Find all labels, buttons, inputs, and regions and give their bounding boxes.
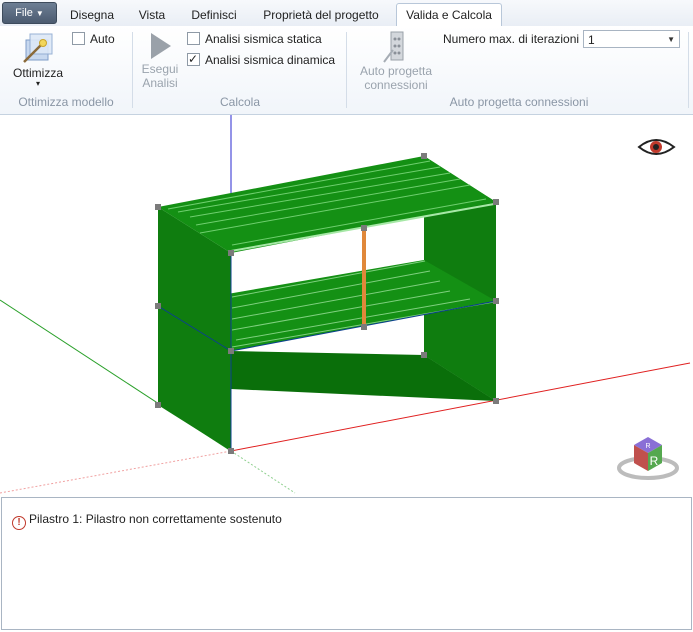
node[interactable] [155, 402, 161, 408]
ottimizza-label: Ottimizza [12, 66, 63, 80]
chevron-down-icon: ▼ [667, 35, 675, 44]
group-separator [132, 32, 133, 108]
connection-plate-icon [383, 31, 404, 63]
view-cube-icon[interactable]: R R [617, 437, 679, 480]
visibility-eye-icon[interactable] [637, 139, 676, 155]
tab-label: Disegna [69, 8, 115, 22]
group-label-ottimizza: Ottimizza modello [18, 95, 114, 109]
model-canvas[interactable]: R R [0, 115, 693, 496]
group-separator [688, 32, 689, 108]
node[interactable] [155, 303, 161, 309]
axis-x-dashed [0, 450, 232, 494]
group-separator [346, 32, 347, 108]
checkbox-box [187, 32, 200, 45]
node[interactable] [493, 298, 499, 304]
tab-label: Vista [138, 8, 166, 22]
node[interactable] [421, 352, 427, 358]
analisi-label: Analisi [142, 76, 178, 90]
tab-vista[interactable]: Vista [128, 4, 176, 26]
tab-valida-calcola[interactable]: Valida e Calcola [396, 3, 502, 28]
group-label-connessioni: Auto progetta connessioni [449, 95, 589, 109]
play-icon [151, 33, 171, 59]
checkbox-box-checked [187, 51, 200, 67]
chevron-down-icon: ▼ [35, 9, 44, 18]
error-icon: ! [12, 516, 26, 530]
tab-definisci[interactable]: Definisci [183, 4, 245, 26]
analisi-dinamica-label: Analisi sismica dinamica [205, 53, 336, 67]
node[interactable] [228, 448, 234, 454]
tab-proprieta-progetto[interactable]: Proprietà del progetto [254, 4, 388, 26]
analisi-statica-checkbox[interactable]: Analisi sismica statica [187, 31, 322, 47]
view-cube-top-label: R [645, 443, 650, 450]
max-iterazioni-value: 1 [588, 33, 595, 47]
message-text: Pilastro 1: Pilastro non correttamente s… [29, 512, 282, 526]
auto-checkbox-label: Auto [90, 32, 115, 46]
ribbon-panel: Ottimizza ▾ Auto Ottimizza modello Esegu… [0, 26, 693, 115]
connessioni-label: connessioni [364, 78, 428, 92]
max-iterazioni-label: Numero max. di iterazioni [443, 32, 580, 46]
optimize-icon [23, 33, 53, 63]
auto-checkbox[interactable]: Auto [72, 31, 115, 47]
message-panel: ! Pilastro 1: Pilastro non correttamente … [1, 497, 692, 630]
node[interactable] [155, 204, 161, 210]
tab-disegna[interactable]: Disegna [62, 4, 122, 26]
tab-label: Valida e Calcola [406, 8, 492, 22]
max-iterazioni-select[interactable]: 1 ▼ [583, 30, 680, 48]
axis-y-dashed [230, 450, 296, 494]
ottimizza-button[interactable]: Ottimizza ▾ [8, 30, 68, 92]
group-label-calcola: Calcola [219, 95, 261, 109]
esegui-analisi-button[interactable]: Esegui Analisi [138, 30, 182, 92]
node[interactable] [421, 153, 427, 159]
tab-label: Proprietà del progetto [263, 8, 379, 22]
node[interactable] [228, 250, 234, 256]
node[interactable] [361, 225, 367, 231]
chevron-down-icon: ▾ [35, 79, 40, 88]
analisi-dinamica-checkbox[interactable]: Analisi sismica dinamica [187, 51, 336, 68]
node[interactable] [493, 199, 499, 205]
auto-progetta-connessioni-button[interactable]: Auto progetta connessioni [352, 30, 440, 92]
file-menu-label: File [15, 7, 33, 19]
analisi-statica-label: Analisi sismica statica [205, 32, 322, 46]
node[interactable] [493, 398, 499, 404]
tab-label: Definisci [191, 8, 237, 22]
auto-progetta-label: Auto progetta [359, 64, 433, 78]
3d-viewport[interactable]: R R [0, 115, 693, 496]
esegui-label: Esegui [141, 62, 179, 76]
message-row[interactable]: ! Pilastro 1: Pilastro non correttamente … [12, 511, 282, 530]
ribbon-tab-bar: File ▼ Disegna Vista Definisci Proprietà … [0, 0, 693, 28]
node[interactable] [361, 324, 367, 330]
view-cube-front-label: R [650, 454, 659, 468]
file-menu-button[interactable]: File ▼ [2, 2, 57, 24]
node[interactable] [228, 348, 234, 354]
checkbox-box [72, 32, 85, 45]
